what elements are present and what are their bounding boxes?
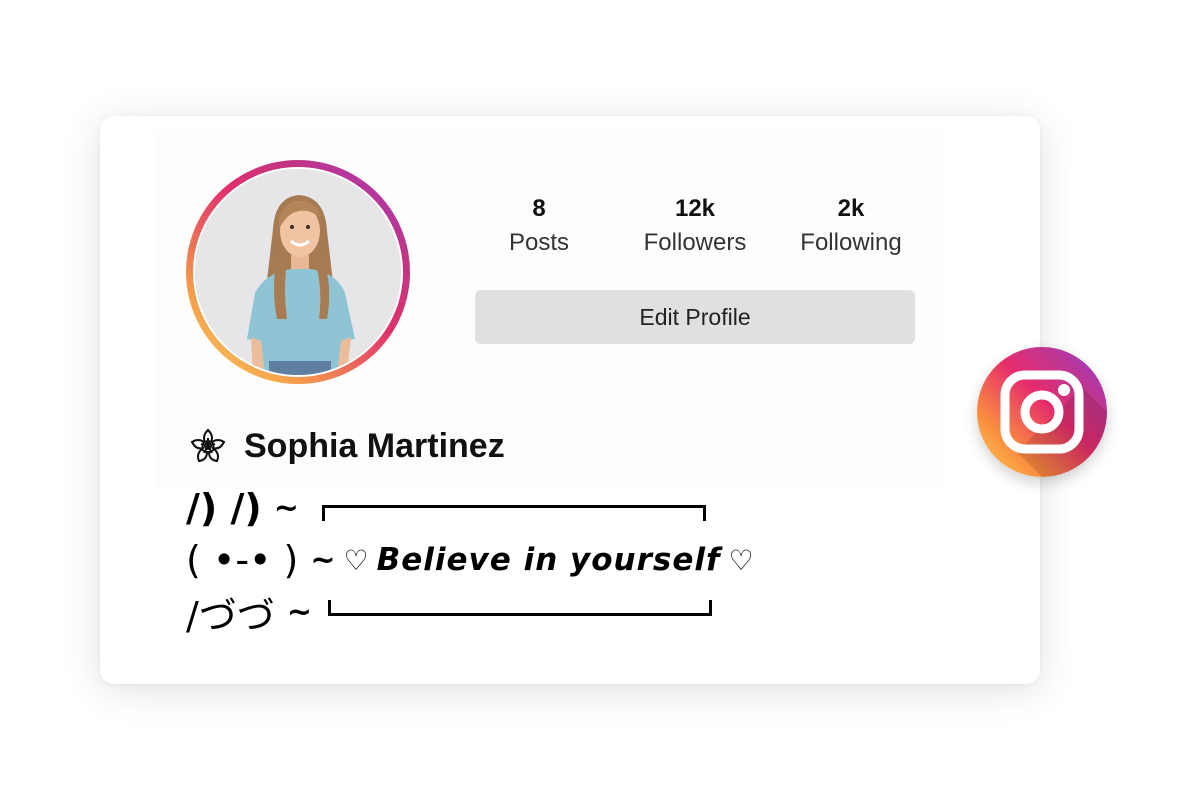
instagram-logo-icon (1000, 370, 1107, 477)
followers-count: 12k (674, 195, 716, 222)
following-count: 2k (837, 195, 865, 222)
bunny-face: ( •-• ) (186, 538, 299, 582)
tilde: ~ (310, 542, 336, 578)
bio-line-2: ( •-• ) ~ ♡ Believe in yourself ♡ (186, 536, 762, 584)
bio-line-3: /づづ ~ (186, 588, 312, 638)
following-stat[interactable]: 2k Following (781, 192, 921, 260)
cherry-blossom-icon (190, 428, 226, 463)
following-label: Following (800, 229, 902, 256)
profile-name-row: Sophia Martinez (186, 424, 505, 468)
heart-icon: ♡ (728, 543, 754, 577)
quote-bracket-top (322, 505, 706, 521)
followers-stat[interactable]: 12k Followers (625, 192, 765, 260)
edit-profile-button[interactable]: Edit Profile (475, 290, 915, 344)
profile-photo (195, 169, 401, 375)
followers-label: Followers (643, 229, 747, 256)
bio-quote: Believe in yourself (376, 542, 721, 578)
quote-bracket-bottom (328, 600, 712, 616)
posts-count: 8 (532, 195, 546, 222)
tilde: ~ (273, 490, 299, 526)
profile-name: Sophia Martinez (244, 426, 505, 465)
bio-line-1: /) /) ~ (186, 484, 299, 532)
bunny-ears: /) /) (186, 486, 262, 530)
avatar-story-ring[interactable] (186, 160, 410, 384)
tilde: ~ (286, 594, 312, 630)
bunny-paws: /づづ (186, 593, 275, 638)
heart-icon: ♡ (343, 543, 369, 577)
instagram-badge[interactable] (977, 347, 1107, 477)
posts-label: Posts (508, 229, 570, 256)
posts-stat[interactable]: 8 Posts (469, 192, 609, 260)
avatar (195, 169, 401, 375)
